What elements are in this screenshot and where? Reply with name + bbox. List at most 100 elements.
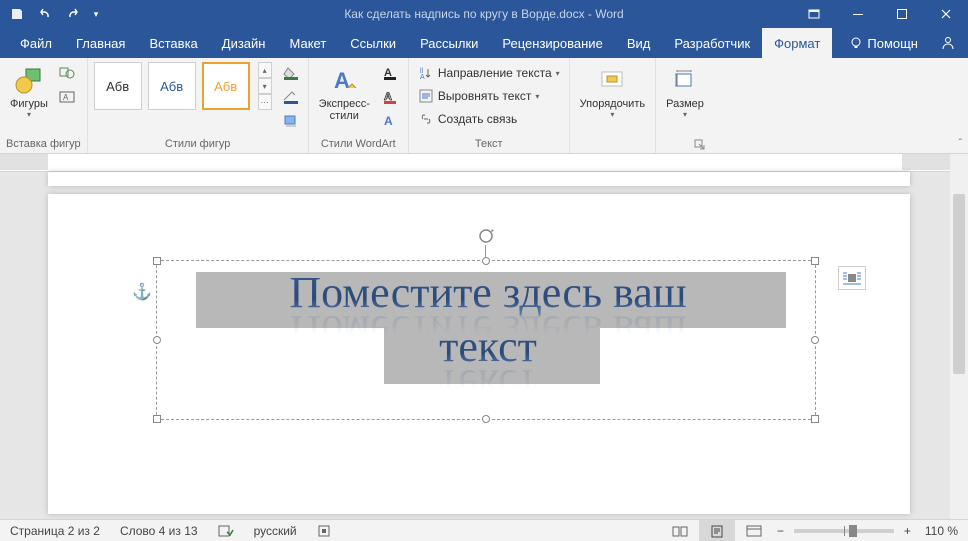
ribbon: Фигуры ▾ A Вставка фигур Абв Абв Абв ▴▾⋯ — [0, 58, 968, 154]
titlebar: ▾ Как сделать надпись по кругу в Ворде.d… — [0, 0, 968, 28]
tab-references[interactable]: Ссылки — [338, 28, 408, 58]
shapes-button[interactable]: Фигуры ▾ — [6, 62, 52, 121]
proofing-icon — [218, 524, 234, 538]
handle-tl[interactable] — [153, 257, 161, 265]
tell-me-label: Помощн — [867, 36, 918, 51]
shape-fill-button[interactable] — [280, 62, 302, 84]
align-text-button[interactable]: Выровнять текст▾ — [415, 85, 563, 107]
rotate-icon — [477, 227, 495, 245]
edit-shape-button[interactable] — [56, 62, 78, 84]
view-web-layout[interactable] — [735, 520, 773, 541]
handle-br[interactable] — [811, 415, 819, 423]
zoom-knob[interactable] — [849, 525, 857, 537]
handle-bm[interactable] — [482, 415, 490, 423]
tab-review[interactable]: Рецензирование — [490, 28, 614, 58]
document-area: ⚓ Поместите здесь ваш Поместите здесь ва… — [0, 154, 968, 519]
tell-me[interactable]: Помощн — [839, 28, 928, 58]
redo-icon — [66, 7, 80, 21]
rotate-handle[interactable] — [477, 227, 495, 245]
shape-style-3[interactable]: Абв — [202, 62, 250, 110]
minimize-icon — [852, 8, 864, 20]
close-icon — [940, 8, 952, 20]
svg-text:A: A — [334, 68, 350, 93]
arrange-button[interactable]: Упорядочить ▾ — [576, 62, 649, 121]
tab-mailings[interactable]: Рассылки — [408, 28, 490, 58]
status-words[interactable]: Слово 4 из 13 — [110, 520, 208, 541]
layout-options-icon — [842, 270, 862, 286]
text-fill-button[interactable]: A — [380, 62, 402, 84]
tab-developer[interactable]: Разработчик — [662, 28, 762, 58]
gallery-scroll[interactable]: ▴▾⋯ — [258, 62, 272, 110]
handle-mr[interactable] — [811, 336, 819, 344]
status-macro[interactable] — [307, 520, 341, 541]
svg-text:A: A — [63, 93, 69, 102]
tab-home[interactable]: Главная — [64, 28, 137, 58]
handle-ml[interactable] — [153, 336, 161, 344]
macro-icon — [317, 524, 331, 538]
create-link-button[interactable]: Создать связь — [415, 108, 563, 130]
zoom-level[interactable]: 110 % — [915, 520, 968, 541]
edit-shape-icon — [59, 66, 75, 80]
align-text-icon — [418, 88, 434, 104]
size-button[interactable]: Размер ▾ — [662, 62, 708, 121]
collapse-ribbon[interactable]: ˆ — [959, 138, 962, 149]
horizontal-ruler[interactable] — [0, 154, 950, 172]
share-button[interactable] — [928, 28, 968, 58]
zoom-slider[interactable] — [794, 529, 894, 533]
group-shape-styles: Абв Абв Абв ▴▾⋯ Стили фигур — [88, 58, 309, 153]
view-read-mode[interactable] — [661, 520, 699, 541]
shape-style-1[interactable]: Абв — [94, 62, 142, 110]
maximize-button[interactable] — [880, 0, 924, 28]
minimize-button[interactable] — [836, 0, 880, 28]
redo-button[interactable] — [60, 2, 86, 26]
tab-insert[interactable]: Вставка — [137, 28, 209, 58]
read-mode-icon — [671, 524, 689, 538]
zoom-out[interactable]: − — [773, 520, 788, 541]
handle-tr[interactable] — [811, 257, 819, 265]
save-button[interactable] — [4, 2, 30, 26]
shape-effects-button[interactable] — [280, 110, 302, 132]
group-label-arrange — [576, 138, 649, 153]
undo-button[interactable] — [32, 2, 58, 26]
zoom-in[interactable]: + — [900, 520, 915, 541]
maximize-icon — [896, 8, 908, 20]
shape-outline-button[interactable] — [280, 86, 302, 108]
ribbon-display-options[interactable] — [792, 0, 836, 28]
view-print-layout[interactable] — [699, 520, 735, 541]
bulb-icon — [849, 36, 863, 50]
tab-layout[interactable]: Макет — [277, 28, 338, 58]
layout-options-button[interactable] — [838, 266, 866, 290]
text-box-button[interactable]: A — [56, 86, 78, 108]
text-outline-button[interactable]: A — [380, 86, 402, 108]
text-outline-icon: A — [382, 90, 400, 104]
tab-design[interactable]: Дизайн — [210, 28, 278, 58]
shape-selection-box[interactable] — [156, 260, 816, 420]
status-proofing[interactable] — [208, 520, 244, 541]
arrange-icon — [598, 66, 626, 94]
shape-style-2[interactable]: Абв — [148, 62, 196, 110]
tab-view[interactable]: Вид — [615, 28, 663, 58]
text-fill-icon: A — [382, 66, 400, 80]
status-language[interactable]: русский — [244, 520, 307, 541]
page-1-bottom[interactable] — [48, 172, 910, 186]
text-effects-button[interactable]: A — [380, 110, 402, 132]
quick-styles-button[interactable]: A Экспресс- стили — [315, 62, 374, 124]
vertical-scrollbar[interactable] — [950, 154, 968, 519]
tab-file[interactable]: Файл — [8, 28, 64, 58]
handle-bl[interactable] — [153, 415, 161, 423]
status-page[interactable]: Страница 2 из 2 — [0, 520, 110, 541]
tab-format[interactable]: Формат — [762, 28, 832, 58]
qat-customize[interactable]: ▾ — [88, 2, 104, 26]
page-2[interactable]: ⚓ Поместите здесь ваш Поместите здесь ва… — [48, 194, 910, 514]
textbox-icon: A — [59, 90, 75, 104]
arrange-label: Упорядочить — [580, 98, 645, 110]
dialog-launcher-size[interactable] — [694, 139, 706, 151]
group-insert-shapes: Фигуры ▾ A Вставка фигур — [0, 58, 88, 153]
close-button[interactable] — [924, 0, 968, 28]
effects-icon — [282, 114, 300, 128]
svg-text:A: A — [384, 114, 393, 128]
shape-style-gallery[interactable]: Абв Абв Абв ▴▾⋯ — [94, 62, 272, 110]
fill-icon — [282, 66, 300, 80]
text-direction-button[interactable]: llA Направление текста▾ — [415, 62, 563, 84]
handle-tm[interactable] — [482, 257, 490, 265]
